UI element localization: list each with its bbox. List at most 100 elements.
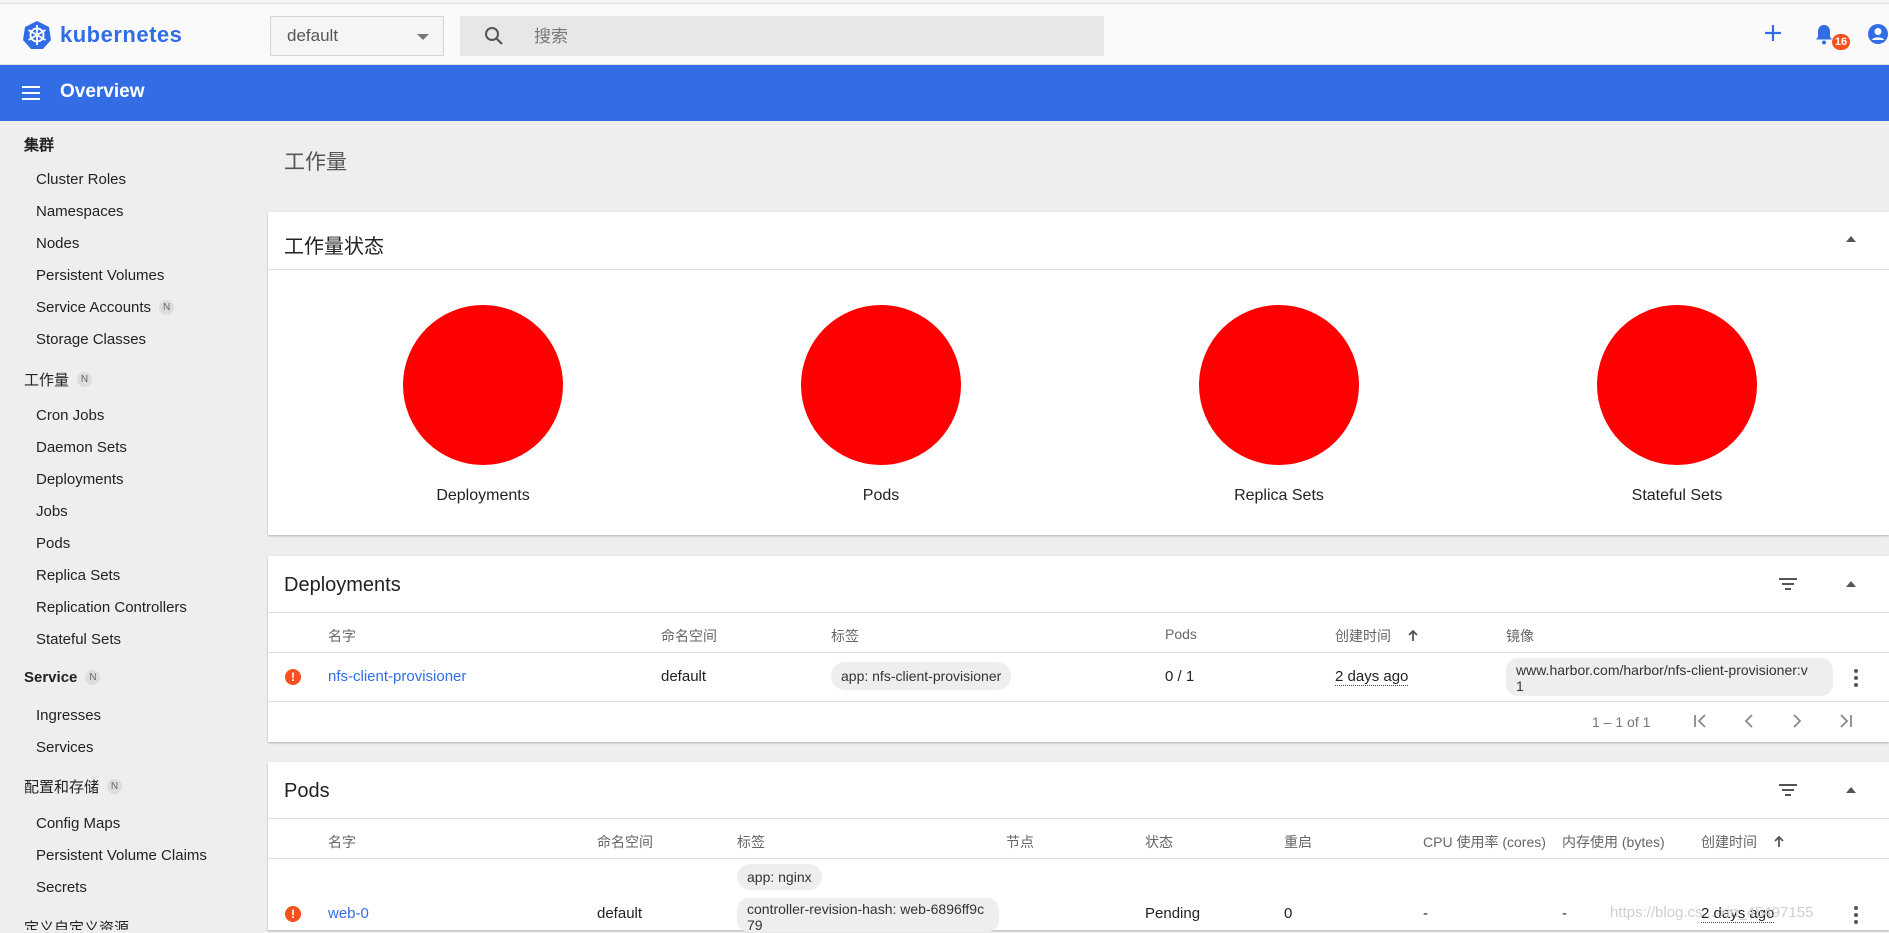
sidebar-item-service-accounts[interactable]: Service Accounts N (36, 299, 175, 316)
column-header-namespace[interactable]: 命名空间 (597, 832, 653, 852)
page-title: 工作量 (284, 151, 347, 174)
status-label: Replica Sets (1234, 487, 1324, 504)
divider (268, 652, 1889, 653)
status-label: Deployments (436, 487, 530, 504)
sidebar-item-secrets[interactable]: Secrets (36, 879, 87, 896)
column-header-name[interactable]: 名字 (328, 832, 356, 852)
sidebar-item-persistent-volume-claims[interactable]: Persistent Volume Claims (36, 847, 207, 864)
watermark: https://blog.cs... xin_45497155 (1610, 904, 1814, 921)
search-icon (485, 27, 503, 45)
arrow-up-icon (1408, 629, 1418, 641)
status-chart-circle (403, 305, 563, 465)
pod-name-link[interactable]: web-0 (328, 905, 369, 922)
chevron-down-icon (417, 34, 429, 40)
sidebar-item-replica-sets[interactable]: Replica Sets (36, 567, 120, 584)
sidebar-item-config-maps[interactable]: Config Maps (36, 815, 120, 832)
sidebar-category-cluster[interactable]: 集群 (24, 134, 54, 155)
column-header-created[interactable]: 创建时间 (1701, 832, 1785, 852)
sidebar-item-services[interactable]: Services (36, 739, 94, 756)
last-page-icon[interactable] (1837, 713, 1853, 729)
status-label: Stateful Sets (1631, 487, 1723, 504)
sidebar-item-storage-classes[interactable]: Storage Classes (36, 331, 146, 348)
column-header-status[interactable]: 状态 (1145, 832, 1173, 852)
column-header-name[interactable]: 名字 (328, 626, 356, 646)
column-header-pods: Pods (1165, 626, 1197, 642)
namespaced-badge: N (85, 670, 101, 685)
column-header-namespace[interactable]: 命名空间 (661, 626, 717, 646)
more-actions-icon[interactable] (1854, 669, 1858, 690)
page-header-title: Overview (60, 81, 145, 102)
search-input[interactable] (532, 16, 1096, 58)
app-name: kubernetes (60, 22, 183, 47)
namespace-select-value: default (287, 26, 339, 45)
sidebar-item-cron-jobs[interactable]: Cron Jobs (36, 407, 104, 424)
plus-icon[interactable] (1764, 24, 1782, 42)
namespaced-badge: N (77, 372, 93, 387)
error-status-icon: ! (285, 669, 301, 685)
cpu-cell: - (1423, 905, 1428, 922)
sidebar-item-namespaces[interactable]: Namespaces (36, 203, 124, 220)
sidebar-item-stateful-sets[interactable]: Stateful Sets (36, 631, 121, 648)
top-bar: kubernetes default 16 (0, 4, 1889, 65)
column-header-labels: 标签 (831, 628, 859, 644)
pagination-range: 1 – 1 of 1 (1592, 714, 1651, 730)
column-header-restarts[interactable]: 重启 (1284, 832, 1312, 852)
sidebar: 集群 Cluster Roles Namespaces Nodes Persis… (0, 121, 268, 930)
search-bar[interactable] (460, 16, 1104, 58)
bell-icon[interactable] (1814, 23, 1834, 45)
account-icon[interactable] (1867, 23, 1889, 45)
namespaced-badge: N (107, 779, 123, 794)
restarts-cell: 0 (1284, 905, 1293, 922)
label-chip: app: nfs-client-provisioner (831, 662, 1012, 690)
filter-icon[interactable] (1778, 783, 1798, 797)
sidebar-item-deployments[interactable]: Deployments (36, 471, 124, 488)
previous-page-icon[interactable] (1741, 713, 1757, 729)
sidebar-category-service[interactable]: Service N (24, 669, 101, 686)
first-page-icon[interactable] (1693, 713, 1709, 729)
status-deployments[interactable]: Deployments (403, 305, 563, 505)
label-chip: controller-revision-hash: web-6896ff9c 7… (737, 898, 999, 933)
namespace-cell: default (597, 905, 643, 922)
card-title: 工作量状态 (284, 236, 384, 258)
sidebar-category-workloads[interactable]: 工作量 N (24, 369, 93, 390)
status-replica-sets[interactable]: Replica Sets (1199, 305, 1359, 505)
status-stateful-sets[interactable]: Stateful Sets (1597, 305, 1757, 505)
error-status-icon: ! (285, 906, 301, 922)
sidebar-item-ingresses[interactable]: Ingresses (36, 707, 101, 724)
sidebar-item-daemon-sets[interactable]: Daemon Sets (36, 439, 127, 456)
image-chip: www.harbor.com/harbor/nfs-client-provisi… (1506, 658, 1833, 696)
status-chart-circle (1199, 305, 1359, 465)
next-page-icon[interactable] (1789, 713, 1805, 729)
sidebar-item-jobs[interactable]: Jobs (36, 503, 68, 520)
kubernetes-icon (23, 21, 51, 49)
sidebar-item-replication-controllers[interactable]: Replication Controllers (36, 599, 187, 616)
sidebar-category-crd[interactable]: 定义自定义资源 (24, 917, 129, 930)
column-header-labels: 标签 (737, 834, 765, 850)
collapse-icon[interactable] (1846, 581, 1856, 587)
menu-icon[interactable] (22, 85, 42, 101)
created-cell: 2 days ago (1335, 668, 1409, 686)
collapse-icon[interactable] (1846, 787, 1856, 793)
namespace-select[interactable]: default (270, 16, 444, 56)
card-title: Deployments (284, 574, 401, 596)
column-header-memory: 内存使用 (bytes) (1562, 834, 1665, 850)
label-chip: app: nginx (737, 864, 822, 890)
collapse-icon[interactable] (1846, 236, 1856, 242)
divider (268, 858, 1889, 859)
app-logo[interactable]: kubernetes (22, 20, 182, 50)
more-actions-icon[interactable] (1854, 906, 1858, 927)
column-header-node[interactable]: 节点 (1006, 832, 1034, 852)
deployment-name-link[interactable]: nfs-client-provisioner (328, 668, 466, 685)
sidebar-item-pods[interactable]: Pods (36, 535, 70, 552)
arrow-up-icon (1774, 835, 1784, 847)
namespace-cell: default (661, 668, 707, 685)
notification-count-badge: 16 (1832, 34, 1850, 50)
status-pods[interactable]: Pods (801, 305, 961, 505)
column-header-images: 镜像 (1506, 628, 1534, 644)
sidebar-item-persistent-volumes[interactable]: Persistent Volumes (36, 267, 164, 284)
filter-icon[interactable] (1778, 577, 1798, 591)
sidebar-category-config-storage[interactable]: 配置和存储 N (24, 776, 123, 797)
sidebar-item-nodes[interactable]: Nodes (36, 235, 79, 252)
sidebar-item-cluster-roles[interactable]: Cluster Roles (36, 171, 126, 188)
column-header-created[interactable]: 创建时间 (1335, 626, 1419, 646)
